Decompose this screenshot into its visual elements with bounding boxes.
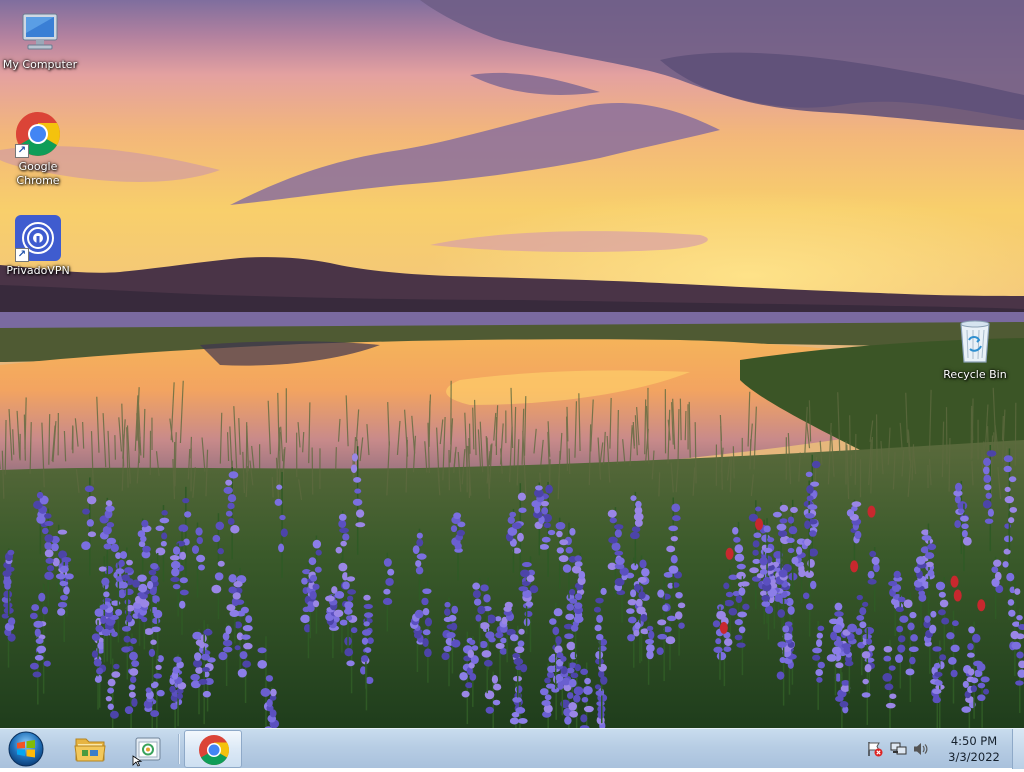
taskbar-separator [178,734,180,764]
desktop-icon-label: Recycle Bin [935,368,1015,382]
taskbar: 4:50 PM 3/3/2022 [0,728,1024,768]
network-icon[interactable] [890,741,908,757]
desktop-icon-label-line2: Chrome [0,174,78,188]
app-window-icon [120,730,176,768]
system-tray [866,729,930,769]
wallpaper-image [0,0,1024,728]
action-center-flag-icon[interactable] [866,741,884,757]
computer-icon [16,8,64,56]
desktop-icon-label-line1: Google [0,160,78,174]
desktop-icon-google-chrome[interactable]: ↗ Google Chrome [0,110,78,188]
chrome-icon: ↗ [14,110,62,158]
start-button[interactable] [6,730,46,768]
taskbar-app-2[interactable] [120,730,176,768]
show-desktop-button[interactable] [1012,729,1024,769]
shortcut-arrow-icon: ↗ [15,248,29,262]
chrome-icon [185,731,243,769]
folder-icon [62,730,118,768]
windows-logo-icon [6,730,46,768]
desktop-wallpaper: My Computer ↗ Google Chrome [0,0,1024,728]
taskbar-clock[interactable]: 4:50 PM 3/3/2022 [930,733,1018,765]
desktop-icon-label: PrivadoVPN [0,264,78,278]
taskbar-file-explorer[interactable] [62,730,118,768]
desktop-icon-privadovpn[interactable]: ↗ PrivadoVPN [0,214,78,278]
clock-date: 3/3/2022 [930,749,1018,765]
clock-time: 4:50 PM [930,733,1018,749]
volume-icon[interactable] [912,741,930,757]
desktop-icon-recycle-bin[interactable]: Recycle Bin [935,318,1015,382]
privadovpn-icon: ↗ [14,214,62,262]
recycle-bin-icon [951,318,999,366]
desktop-icon-my-computer[interactable]: My Computer [0,8,80,72]
shortcut-arrow-icon: ↗ [15,144,29,158]
desktop-icon-label: My Computer [0,58,80,72]
taskbar-google-chrome[interactable] [184,730,242,768]
